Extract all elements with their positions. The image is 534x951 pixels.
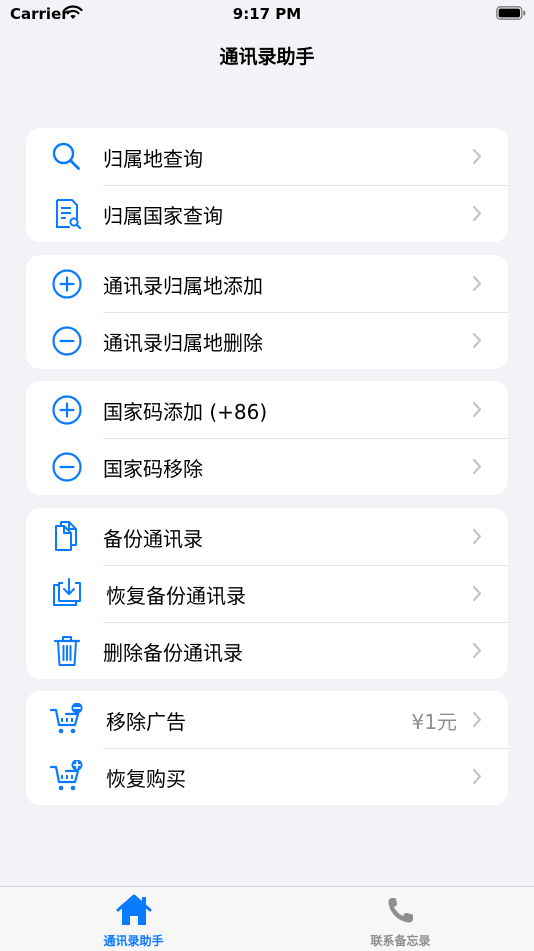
plus-circle-icon [52,395,82,425]
list-item-label: 删除备份通讯录 [103,641,243,665]
chevron-right-icon [472,275,482,292]
country-code-group: 国家码添加 (+86) 国家码移除 [26,381,508,495]
list-item-label: 国家码移除 [103,457,203,481]
contacts-location-group: 通讯录归属地添加 通讯录归属地删除 [26,255,508,369]
list-item-location-lookup[interactable]: 归属地查询 [26,128,508,185]
list-item-label: 移除广告 [106,710,186,734]
list-item-country-lookup[interactable]: 归属国家查询 [26,185,508,242]
list-item-add-location[interactable]: 通讯录归属地添加 [26,255,508,312]
list-item-label: 通讯录归属地删除 [103,331,263,355]
plus-circle-icon [52,269,82,299]
list-item-label: 归属国家查询 [103,204,223,228]
list-item-label: 备份通讯录 [103,527,203,551]
chevron-right-icon [472,205,482,222]
status-bar: Carrier 9:17 PM [0,0,534,28]
chevron-right-icon [472,585,482,602]
chevron-right-icon [472,768,482,785]
tab-label: 通讯录助手 [103,934,164,948]
cart-minus-icon [50,703,83,734]
price-value: ¥1元 [411,710,457,734]
list-item-remove-ads[interactable]: 移除广告 ¥1元 [26,691,508,748]
list-item-delete-location[interactable]: 通讯录归属地删除 [26,312,508,369]
list-item-restore-purchase[interactable]: 恢复购买 [26,748,508,805]
chevron-right-icon [472,528,482,545]
list-item-remove-country-code[interactable]: 国家码移除 [26,438,508,495]
document-search-icon [56,199,82,230]
lookup-group: 归属地查询 归属国家查询 [26,128,508,242]
chevron-right-icon [472,458,482,475]
chevron-right-icon [472,711,482,728]
backup-group: 备份通讯录 恢复备份通讯录 删除备份通讯录 [26,508,508,679]
chevron-right-icon [472,332,482,349]
restore-download-icon [53,578,81,606]
cart-plus-icon [50,760,83,791]
battery-icon [496,6,526,20]
list-item-add-country-code[interactable]: 国家码添加 (+86) [26,381,508,438]
status-time: 9:17 PM [232,5,302,23]
list-item-label: 国家码添加 (+86) [103,400,268,424]
house-icon [116,894,152,925]
search-icon [52,142,80,170]
list-item-backup-contacts[interactable]: 备份通讯录 [26,508,508,565]
chevron-right-icon [472,642,482,659]
tab-contacts-assistant[interactable]: 通讯录助手 [0,887,267,951]
chevron-right-icon [472,148,482,165]
documents-icon [55,521,77,551]
tab-bar: 通讯录助手 联系备忘录 [0,886,534,951]
tab-contact-memo[interactable]: 联系备忘录 [267,887,534,951]
list-item-restore-backup[interactable]: 恢复备份通讯录 [26,565,508,622]
list-item-label: 归属地查询 [103,147,203,171]
minus-circle-icon [52,452,82,482]
page-title: 通讯录助手 [219,46,315,68]
list-item-delete-backup[interactable]: 删除备份通讯录 [26,622,508,679]
list-item-label: 恢复备份通讯录 [106,584,246,608]
list-item-label: 通讯录归属地添加 [103,274,263,298]
tab-label: 联系备忘录 [370,934,431,948]
minus-circle-icon [52,326,82,356]
list-item-label: 恢复购买 [106,767,186,791]
trash-icon [53,636,81,666]
chevron-right-icon [472,401,482,418]
phone-icon [388,898,413,923]
purchase-group: 移除广告 ¥1元 恢复购买 [26,691,508,805]
